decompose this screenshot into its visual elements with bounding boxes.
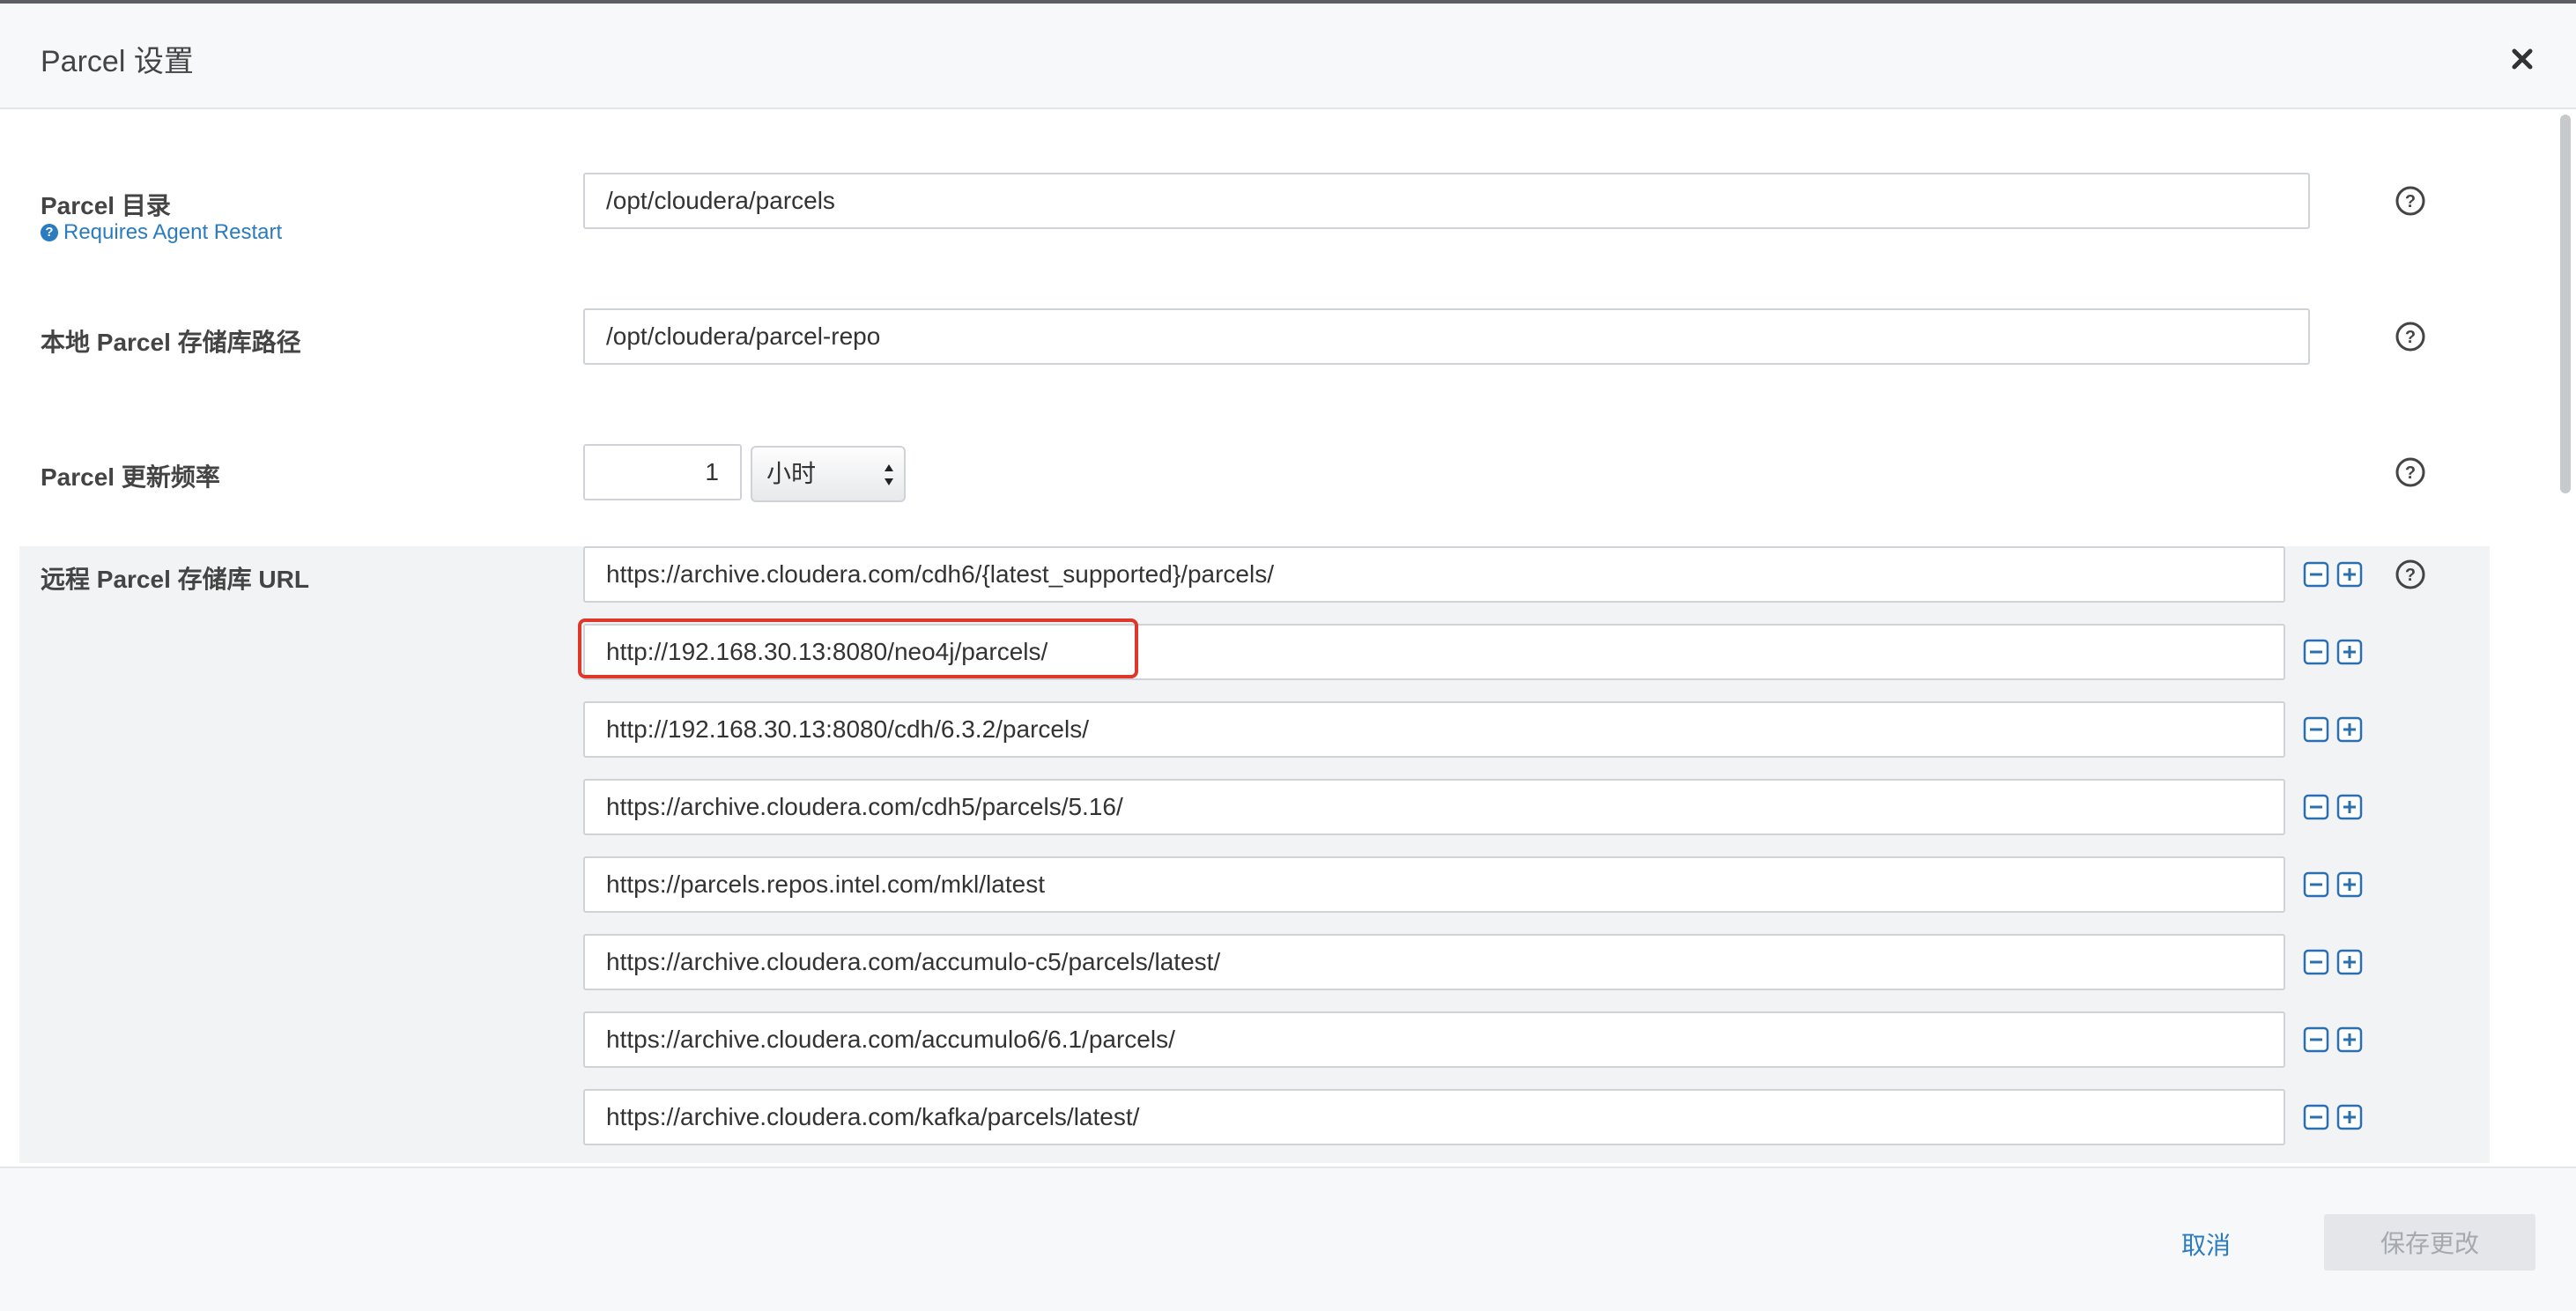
requires-restart-text: Requires Agent Restart: [63, 220, 283, 244]
remote-url-input[interactable]: [583, 779, 2285, 835]
svg-text:?: ?: [2405, 566, 2416, 585]
minus-square-icon[interactable]: [2303, 949, 2329, 975]
minus-square-icon[interactable]: [2303, 716, 2329, 743]
update-unit-select[interactable]: 小时: [751, 446, 906, 502]
remote-url-input[interactable]: [583, 934, 2285, 990]
plus-square-icon[interactable]: [2336, 1026, 2363, 1053]
update-freq-label: Parcel 更新频率: [41, 463, 220, 491]
scrollbar[interactable]: [2555, 109, 2576, 1167]
remote-url-input[interactable]: [583, 856, 2285, 913]
minus-square-icon[interactable]: [2303, 1104, 2329, 1130]
plus-square-icon[interactable]: [2336, 871, 2363, 898]
plus-square-icon[interactable]: [2336, 716, 2363, 743]
remote-url-input[interactable]: [583, 624, 2285, 680]
close-icon[interactable]: [2507, 44, 2537, 74]
scrollbar-thumb[interactable]: [2560, 115, 2571, 493]
plus-square-icon[interactable]: [2336, 949, 2363, 975]
plus-square-icon[interactable]: [2336, 1104, 2363, 1130]
remote-url-input[interactable]: [583, 701, 2285, 758]
plus-square-icon[interactable]: [2336, 794, 2363, 820]
help-icon[interactable]: ?: [2395, 559, 2426, 590]
remote-url-input[interactable]: [583, 1089, 2285, 1145]
minus-square-icon[interactable]: [2303, 639, 2329, 665]
minus-square-icon[interactable]: [2303, 1026, 2329, 1053]
question-icon: ?: [41, 224, 58, 241]
local-repo-label: 本地 Parcel 存储库路径: [41, 329, 301, 356]
svg-text:?: ?: [2405, 463, 2416, 483]
svg-text:?: ?: [2405, 192, 2416, 211]
dialog-title: Parcel 设置: [41, 45, 194, 78]
select-arrows-icon: [885, 464, 893, 485]
update-freq-input[interactable]: [583, 444, 742, 500]
help-icon[interactable]: ?: [2395, 456, 2426, 488]
parcel-dir-label: Parcel 目录: [41, 192, 171, 219]
minus-square-icon[interactable]: [2303, 794, 2329, 820]
update-unit-value: 小时: [766, 460, 817, 487]
parcel-dir-input[interactable]: [583, 173, 2310, 229]
cancel-button[interactable]: 取消: [2181, 1226, 2231, 1262]
help-icon[interactable]: ?: [2395, 321, 2426, 352]
remote-urls-label: 远程 Parcel 存储库 URL: [41, 566, 309, 593]
help-icon[interactable]: ?: [2395, 185, 2426, 217]
svg-text:?: ?: [2405, 328, 2416, 347]
plus-square-icon[interactable]: [2336, 561, 2363, 588]
dialog-footer: 取消 保存更改: [0, 1167, 2576, 1311]
dialog-header: Parcel 设置: [0, 4, 2576, 109]
save-changes-button[interactable]: 保存更改: [2324, 1214, 2535, 1270]
plus-square-icon[interactable]: [2336, 639, 2363, 665]
minus-square-icon[interactable]: [2303, 561, 2329, 588]
minus-square-icon[interactable]: [2303, 871, 2329, 898]
dialog-body: Parcel 目录 ? Requires Agent Restart ? 本地 …: [0, 109, 2555, 1167]
local-repo-input[interactable]: [583, 308, 2310, 365]
requires-restart-note[interactable]: ? Requires Agent Restart: [41, 220, 282, 245]
remote-url-input[interactable]: [583, 1011, 2285, 1068]
remote-url-input[interactable]: [583, 546, 2285, 603]
